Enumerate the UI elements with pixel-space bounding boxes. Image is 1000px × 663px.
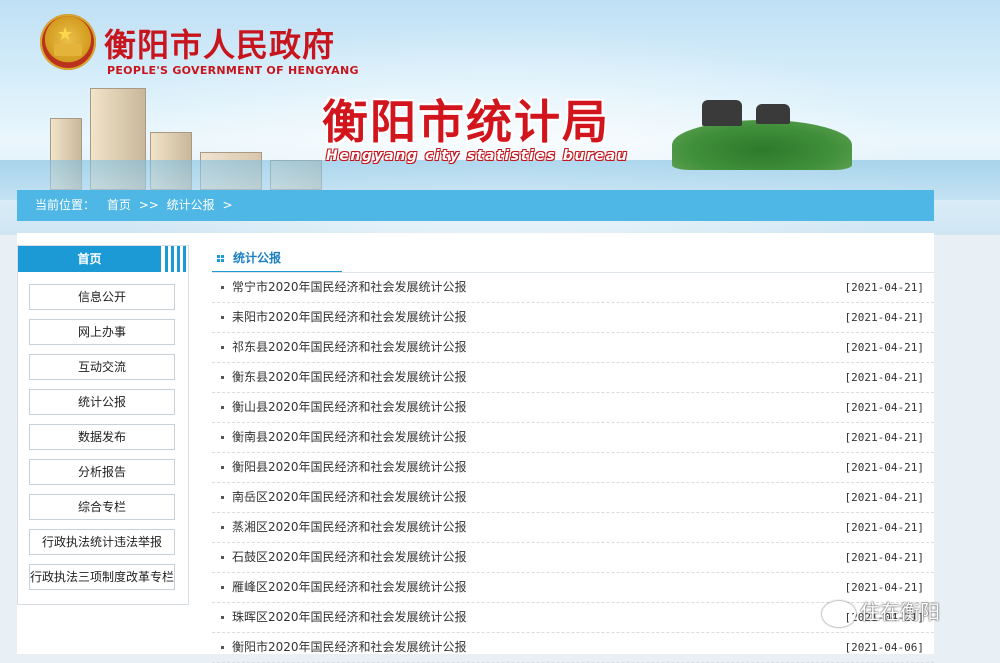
bureau-subtitle: Hengyang city statisties bureau [326,148,629,164]
list-item-title-link[interactable]: 衡东县2020年国民经济和社会发展统计公报 [232,363,467,392]
wechat-watermark: 住在衡阳 [822,596,940,627]
bullet-icon [221,346,224,349]
list-item-title-link[interactable]: 衡山县2020年国民经济和社会发展统计公报 [232,393,467,422]
list-item[interactable]: 耒阳市2020年国民经济和社会发展统计公报 [2021-04-21] [212,303,934,333]
list-item-title-link[interactable]: 耒阳市2020年国民经济和社会发展统计公报 [232,303,467,332]
bullet-icon [221,286,224,289]
list-item-date: [2021-04-21] [844,431,924,444]
list-item-date: [2021-04-21] [844,341,924,354]
list-item-title-link[interactable]: 蒸湘区2020年国民经济和社会发展统计公报 [232,513,467,542]
list-item[interactable]: 衡阳县2020年国民经济和社会发展统计公报 [2021-04-21] [212,453,934,483]
list-item-date: [2021-04-21] [844,401,924,414]
gov-subtitle: PEOPLE'S GOVERNMENT OF HENGYANG [107,64,359,77]
sidebar-head-home[interactable]: 首页 [18,246,161,272]
list-item-title-link[interactable]: 石鼓区2020年国民经济和社会发展统计公报 [232,543,467,572]
sidebar-item-reform-column[interactable]: 行政执法三项制度改革专栏 [29,564,175,590]
breadcrumb-home-link[interactable]: 首页 [107,190,131,221]
list-item[interactable]: 衡山县2020年国民经济和社会发展统计公报 [2021-04-21] [212,393,934,423]
list-item-title-link[interactable]: 衡阳市2020年国民经济和社会发展统计公报 [232,633,467,662]
list-item-date: [2021-04-21] [844,491,924,504]
breadcrumb-separator: >> [138,198,159,212]
bullet-icon [221,646,224,649]
list-item-date: [2021-04-21] [844,551,924,564]
bullet-icon [221,496,224,499]
sidebar-item-statistical-bulletin[interactable]: 统计公报 [29,389,175,415]
bulletin-list-section: 统计公报 常宁市2020年国民经济和社会发展统计公报 [2021-04-21] 耒阳… [212,245,934,663]
bullet-icon [221,466,224,469]
wechat-icon [822,600,856,627]
bureau-title: 衡阳市统计局 [322,95,610,149]
list-item[interactable]: 衡南县2020年国民经济和社会发展统计公报 [2021-04-21] [212,423,934,453]
bullet-icon [221,556,224,559]
list-item[interactable]: 衡阳市2020年国民经济和社会发展统计公报 [2021-04-06] [212,633,934,663]
sidebar-nav: 首页 信息公开 网上办事 互动交流 统计公报 数据发布 分析报告 综合专栏 行政… [17,245,189,605]
bullet-icon [221,406,224,409]
grid-icon [217,255,224,262]
breadcrumb-prefix: 当前位置： [35,198,96,212]
list-item-title-link[interactable]: 常宁市2020年国民经济和社会发展统计公报 [232,273,467,302]
sidebar-item-comprehensive[interactable]: 综合专栏 [29,494,175,520]
national-emblem-icon: ★ [40,14,96,70]
list-item-date: [2021-04-21] [844,371,924,384]
list-item-title-link[interactable]: 衡南县2020年国民经济和社会发展统计公报 [232,423,467,452]
list-item-date: [2021-04-21] [844,461,924,474]
breadcrumb-current-link[interactable]: 统计公报 [167,190,215,221]
bullet-icon [221,526,224,529]
breadcrumb: 当前位置： 首页 >> 统计公报 > [17,190,934,221]
content-panel: 首页 信息公开 网上办事 互动交流 统计公报 数据发布 分析报告 综合专栏 行政… [17,233,934,663]
watermark-text: 住在衡阳 [860,600,940,624]
list-item-title-link[interactable]: 衡阳县2020年国民经济和社会发展统计公报 [232,453,467,482]
island-pavilion-image [672,100,862,170]
breadcrumb-trail-arrow: > [222,198,233,212]
sidebar-item-data-release[interactable]: 数据发布 [29,424,175,450]
list-item[interactable]: 蒸湘区2020年国民经济和社会发展统计公报 [2021-04-21] [212,513,934,543]
list-item[interactable]: 南岳区2020年国民经济和社会发展统计公报 [2021-04-21] [212,483,934,513]
sidebar-item-online-services[interactable]: 网上办事 [29,319,175,345]
bullet-icon [221,316,224,319]
sidebar-item-info-disclosure[interactable]: 信息公开 [29,284,175,310]
list-item-title-link[interactable]: 祁东县2020年国民经济和社会发展统计公报 [232,333,467,362]
list-item-title-link[interactable]: 雁峰区2020年国民经济和社会发展统计公报 [232,573,467,602]
sidebar-item-violation-report[interactable]: 行政执法统计违法举报 [29,529,175,555]
list-item-date: [2021-04-21] [844,521,924,534]
list-item-date: [2021-04-21] [844,281,924,294]
bullet-icon [221,616,224,619]
list-item[interactable]: 石鼓区2020年国民经济和社会发展统计公报 [2021-04-21] [212,543,934,573]
list-item-date: [2021-04-06] [844,641,924,654]
bullet-icon [221,436,224,439]
bullet-icon [221,376,224,379]
sidebar-item-analysis-reports[interactable]: 分析报告 [29,459,175,485]
list-item[interactable]: 衡东县2020年国民经济和社会发展统计公报 [2021-04-21] [212,363,934,393]
list-item-title-link[interactable]: 南岳区2020年国民经济和社会发展统计公报 [232,483,467,512]
sidebar-stripes-decoration [165,246,187,272]
section-title: 统计公报 [212,245,342,273]
list-item[interactable]: 常宁市2020年国民经济和社会发展统计公报 [2021-04-21] [212,273,934,303]
list-item[interactable]: 祁东县2020年国民经济和社会发展统计公报 [2021-04-21] [212,333,934,363]
list-item-title-link[interactable]: 珠晖区2020年国民经济和社会发展统计公报 [232,603,467,632]
list-item-date: [2021-04-21] [844,311,924,324]
bullet-icon [221,586,224,589]
gov-title: 衡阳市人民政府 [104,26,336,64]
section-title-text: 统计公报 [233,251,282,265]
sidebar-item-interaction[interactable]: 互动交流 [29,354,175,380]
